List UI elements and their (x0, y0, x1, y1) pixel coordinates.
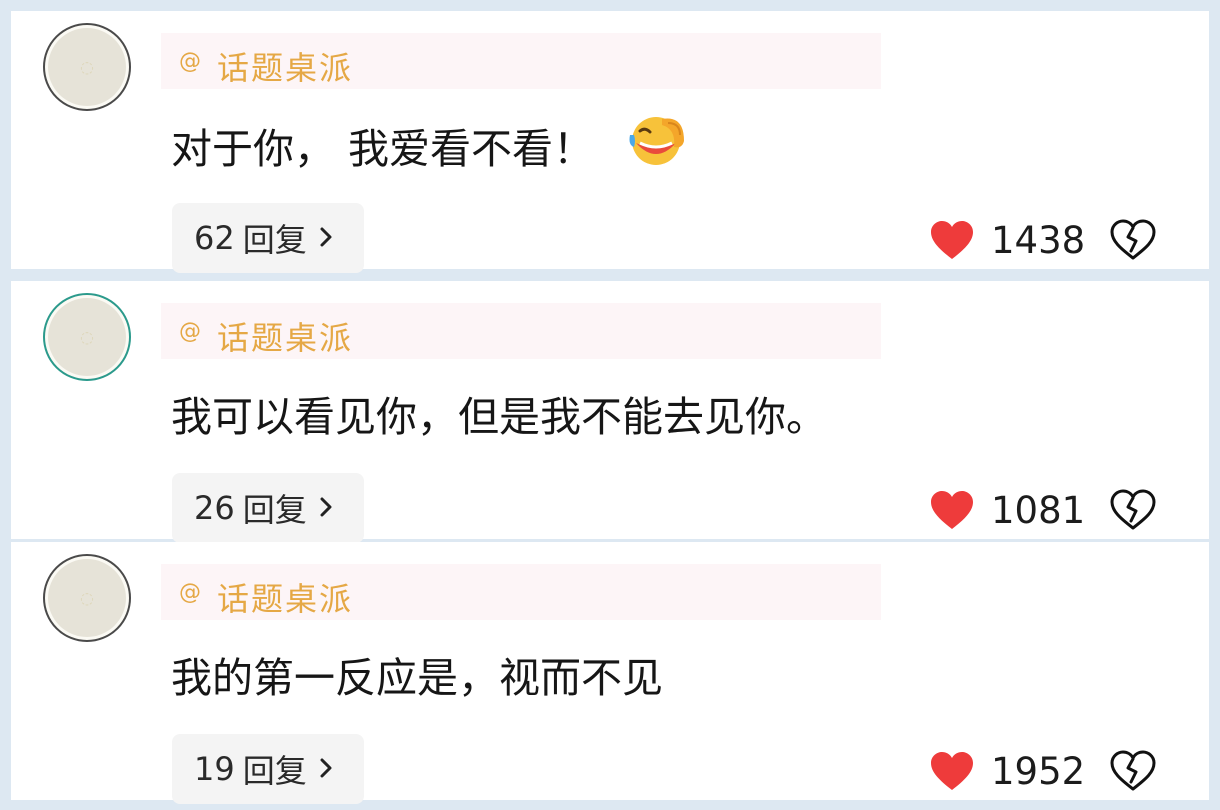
reply-count: 26 (194, 489, 235, 527)
username: 话题桌派 (217, 580, 354, 618)
username-bar[interactable]: @ 话题桌派 (161, 33, 881, 89)
like-count: 1952 (991, 750, 1086, 793)
username: 话题桌派 (217, 49, 354, 87)
comment-text-line: 我的第一反应是，视而不见 (171, 644, 663, 704)
reply-count: 62 (194, 219, 235, 257)
comment-card: ◌ @ 话题桌派 我的第一反应是，视而不见 19 回复 1952 (11, 542, 1209, 804)
chevron-right-icon (319, 219, 333, 257)
username-bar[interactable]: @ 话题桌派 (161, 303, 881, 359)
comment-card: ◌ @ 话题桌派 对于你， 我爱看不看！ 62 回复 1438 (11, 11, 1209, 273)
replies-button[interactable]: 62 回复 (172, 203, 364, 273)
chevron-right-icon (319, 750, 333, 788)
replies-button[interactable]: 26 回复 (172, 473, 364, 543)
comment-text-line: 对于你， 我爱看不看！ (171, 113, 686, 177)
comment-text-line: 我可以看见你，但是我不能去见你。 (171, 383, 827, 443)
like-count: 1081 (991, 489, 1086, 532)
username-prefix: @ (179, 580, 201, 605)
comment-text: 我可以看见你，但是我不能去见你。 (171, 393, 827, 441)
comment-card: ◌ @ 话题桌派 我可以看见你，但是我不能去见你。 26 回复 1081 (11, 281, 1209, 543)
chevron-right-icon (319, 489, 333, 527)
avatar[interactable]: ◌ (43, 23, 131, 111)
like-heart-icon[interactable] (929, 219, 975, 265)
replies-button[interactable]: 19 回复 (172, 734, 364, 804)
reply-label: 回复 (242, 491, 307, 529)
reply-count: 19 (194, 750, 235, 788)
comment-text: 我的第一反应是，视而不见 (171, 654, 663, 702)
comment-text: 对于你， 我爱看不看！ (171, 125, 595, 173)
like-heart-icon[interactable] (929, 750, 975, 796)
like-heart-icon[interactable] (929, 489, 975, 535)
like-count: 1438 (991, 219, 1086, 262)
broken-heart-icon[interactable] (1109, 489, 1157, 535)
avatar[interactable]: ◌ (43, 293, 131, 381)
laughing-crying-face-icon (628, 113, 686, 177)
reply-label: 回复 (242, 752, 307, 790)
username-prefix: @ (179, 319, 201, 344)
broken-heart-icon[interactable] (1109, 219, 1157, 265)
username-prefix: @ (179, 49, 201, 74)
username: 话题桌派 (217, 319, 354, 357)
reply-label: 回复 (242, 221, 307, 259)
username-bar[interactable]: @ 话题桌派 (161, 564, 881, 620)
avatar[interactable]: ◌ (43, 554, 131, 642)
broken-heart-icon[interactable] (1109, 750, 1157, 796)
